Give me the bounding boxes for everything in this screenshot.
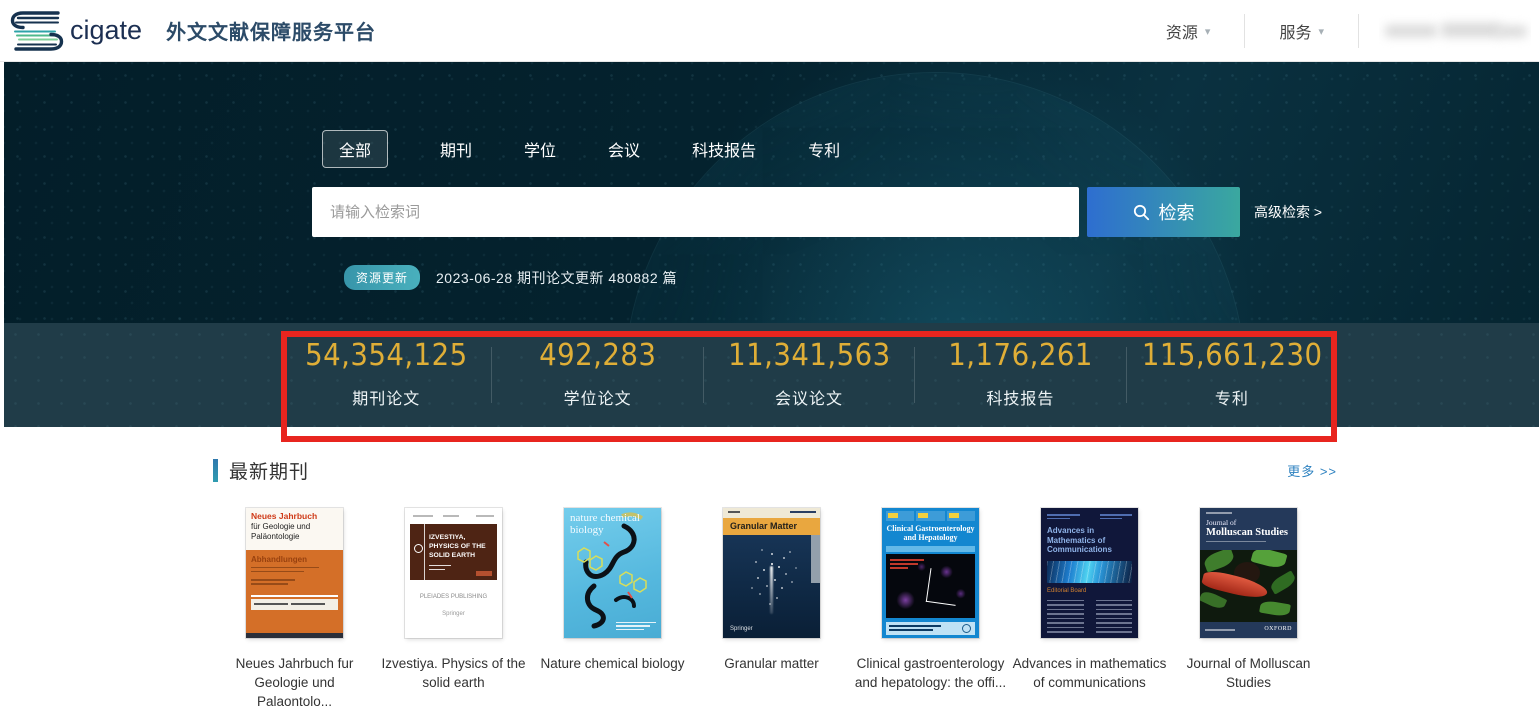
journal-card-neues-jahrbuch[interactable]: Neues Jahrbuch für Geologie und Paläonto…	[215, 508, 374, 711]
more-link[interactable]: 更多 >>	[1287, 461, 1337, 480]
nav-resources[interactable]: 资源 ▾	[1132, 19, 1245, 43]
tab-all[interactable]: 全部	[322, 130, 388, 168]
journal-cover[interactable]: Advances in Mathematics of Communication…	[1041, 508, 1138, 638]
journal-card-granular-matter[interactable]: Granular Matter Springer Granular matter	[692, 508, 851, 711]
cover-title: Advances in Mathematics of Communication…	[1047, 526, 1132, 555]
journal-title[interactable]: Clinical gastroenterology and hepatology…	[851, 654, 1010, 692]
stat-value: 11,341,563	[728, 338, 891, 373]
stat-journal-papers: 54,354,125 期刊论文	[281, 323, 491, 427]
journal-cover[interactable]: nature chemical biology	[564, 508, 661, 638]
journal-title[interactable]: Journal of Molluscan Studies	[1169, 654, 1328, 692]
cover-publisher: Springer	[730, 626, 753, 632]
journal-card-izvestiya[interactable]: IZVESTIYA, PHYSICS OF THE SOLID EARTH PL…	[374, 508, 533, 711]
stat-conference-papers: 11,341,563 会议论文	[704, 323, 914, 427]
cover-publisher: Springer	[405, 611, 502, 617]
resource-update-row: 资源更新 2023-06-28 期刊论文更新 480882 篇	[344, 265, 677, 290]
stat-label: 科技报告	[986, 385, 1054, 409]
top-header: cigate 外文文献保障服务平台 资源 ▾ 服务 ▾	[0, 0, 1539, 62]
nav-services[interactable]: 服务 ▾	[1245, 19, 1358, 43]
journal-cover[interactable]: Neues Jahrbuch für Geologie und Paläonto…	[246, 508, 343, 638]
chevron-down-icon: ▾	[1318, 25, 1324, 38]
journal-title[interactable]: Granular matter	[692, 654, 851, 673]
cover-title: Clinical Gastroenterology and Hepatology	[885, 524, 976, 542]
journal-title[interactable]: Neues Jahrbuch fur Geologie und Palaonto…	[215, 654, 374, 711]
journal-card-molluscan-studies[interactable]: Journal of Molluscan Studies	[1169, 508, 1328, 711]
cover-title: Journal of	[1206, 518, 1291, 527]
cover-title: Granular Matter	[723, 518, 820, 535]
advanced-search-link[interactable]: 高级检索 >	[1254, 202, 1322, 222]
cover-publisher: PLEIADES PUBLISHING	[405, 594, 502, 600]
resource-update-text: 2023-06-28 期刊论文更新 480882 篇	[436, 268, 677, 288]
brand-name: cigate	[70, 15, 142, 46]
stat-label: 学位论文	[564, 385, 632, 409]
statistics-band: 54,354,125 期刊论文 492,283 学位论文 11,341,563 …	[4, 323, 1539, 427]
journal-card-nature-chemical-biology[interactable]: nature chemical biology Nature chemical …	[533, 508, 692, 711]
journal-cover[interactable]: Journal of Molluscan Studies	[1200, 508, 1297, 638]
user-account-redacted[interactable]	[1379, 11, 1531, 51]
latest-journals-title: 最新期刊	[229, 457, 309, 484]
cover-publisher: OXFORD	[1264, 626, 1292, 632]
cover-subtitle: für Geologie und Paläontologie	[251, 522, 338, 540]
tab-conference[interactable]: 会议	[608, 137, 640, 161]
scigate-logo-icon	[6, 7, 68, 55]
nav-services-label: 服务	[1279, 19, 1311, 43]
journal-title[interactable]: Nature chemical biology	[533, 654, 692, 673]
stat-label: 会议论文	[775, 385, 843, 409]
journal-card-clinical-gastroenterology[interactable]: Clinical Gastroenterology and Hepatology…	[851, 508, 1010, 711]
journal-title[interactable]: Izvestiya. Physics of the solid earth	[374, 654, 533, 692]
platform-title: 外文文献保障服务平台	[166, 16, 376, 45]
nav-resources-label: 资源	[1166, 19, 1198, 43]
stat-value: 115,661,230	[1141, 338, 1322, 373]
search-input[interactable]	[312, 187, 1079, 237]
stat-label: 专利	[1215, 385, 1249, 409]
search-type-tabs: 全部 期刊 学位 会议 科技报告 专利	[322, 130, 840, 168]
journal-cover[interactable]: Clinical Gastroenterology and Hepatology	[882, 508, 979, 638]
stat-degree-papers: 492,283 学位论文	[492, 323, 702, 427]
search-button[interactable]: 检索	[1087, 187, 1240, 237]
journal-cover[interactable]: Granular Matter Springer	[723, 508, 820, 638]
stat-value: 492,283	[539, 338, 656, 373]
header-divider	[1358, 14, 1359, 48]
hero-search-banner: 全部 期刊 学位 会议 科技报告 专利 检索 高级检索 > 资源更新 2023-…	[4, 62, 1539, 323]
tab-tech-report[interactable]: 科技报告	[692, 137, 756, 161]
journal-title[interactable]: Advances in mathematics of communication…	[1010, 654, 1169, 692]
journal-cover-list: Neues Jahrbuch für Geologie und Paläonto…	[215, 508, 1337, 711]
stat-label: 期刊论文	[352, 385, 420, 409]
cover-title: Neues Jahrbuch	[251, 512, 338, 521]
stat-tech-reports: 1,176,261 科技报告	[915, 323, 1125, 427]
search-button-label: 检索	[1159, 199, 1195, 225]
cover-band-text: Abhandlungen	[246, 550, 343, 564]
journal-cover[interactable]: IZVESTIYA, PHYSICS OF THE SOLID EARTH PL…	[405, 508, 502, 638]
tab-degree[interactable]: 学位	[524, 137, 556, 161]
stat-value: 1,176,261	[948, 338, 1093, 373]
search-icon	[1133, 204, 1150, 221]
section-accent-bar	[213, 459, 218, 482]
resource-update-badge: 资源更新	[344, 265, 420, 290]
journal-card-advances-math-communications[interactable]: Advances in Mathematics of Communication…	[1010, 508, 1169, 711]
scigate-logo[interactable]: cigate	[6, 7, 142, 55]
stat-patents: 115,661,230 专利	[1127, 323, 1337, 427]
tab-journal[interactable]: 期刊	[440, 137, 472, 161]
cover-title: nature chemical biology	[570, 512, 661, 536]
cover-title: Molluscan Studies	[1206, 527, 1291, 538]
tab-patent[interactable]: 专利	[808, 137, 840, 161]
chevron-down-icon: ▾	[1205, 25, 1211, 38]
stat-value: 54,354,125	[305, 338, 468, 373]
cover-editorial-board: Editorial Board	[1047, 588, 1132, 594]
